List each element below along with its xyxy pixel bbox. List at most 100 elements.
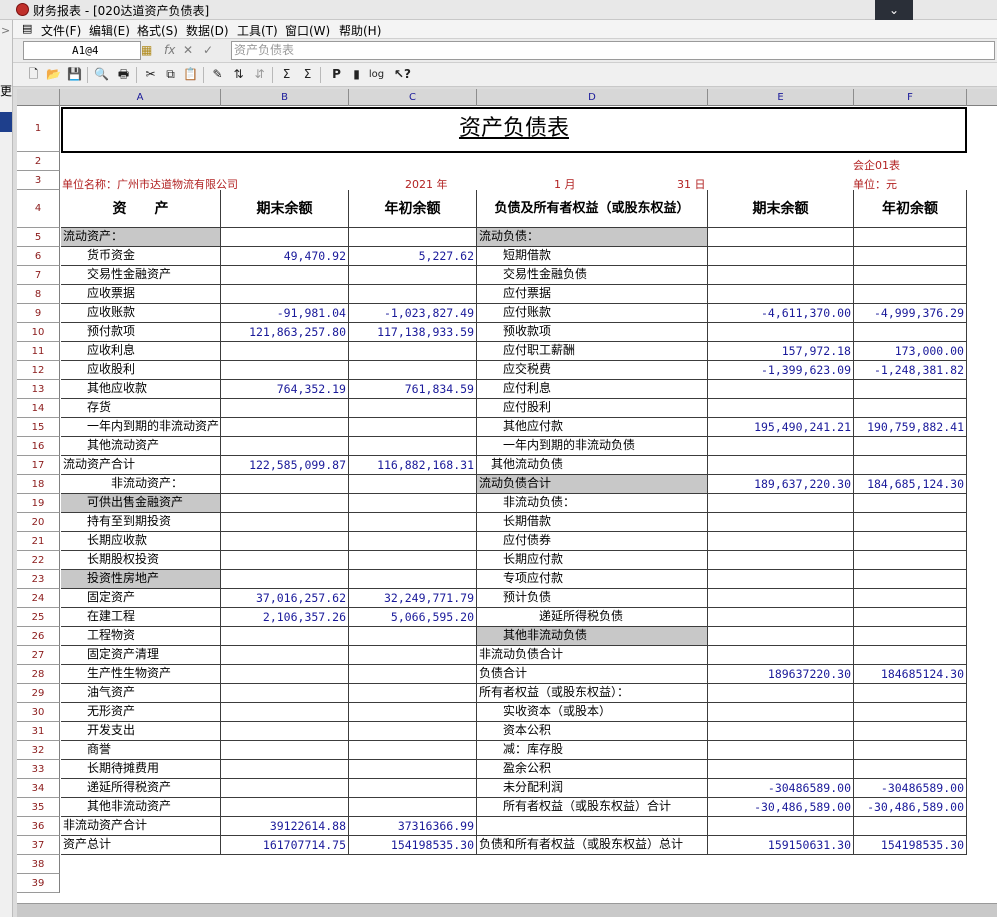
label-cell-a[interactable]: 其他非流动资产 [61,798,221,817]
value-cell-c[interactable] [349,703,477,722]
chevron-down-icon[interactable]: ⌄ [875,0,913,20]
menu-help[interactable]: 帮助(H) [339,22,381,39]
value-cell-b[interactable]: 37,016,257.62 [221,589,349,608]
label-cell-d[interactable]: 长期应付款 [477,551,708,570]
row-header[interactable]: 35 [17,798,60,817]
value-cell-e[interactable] [708,608,854,627]
row-header[interactable]: 17 [17,456,60,475]
value-cell-e[interactable] [708,703,854,722]
value-cell-c[interactable] [349,551,477,570]
row-header[interactable]: 12 [17,361,60,380]
value-cell-c[interactable] [349,494,477,513]
value-cell-c[interactable] [349,228,477,247]
col-header-e[interactable]: E [708,89,854,106]
value-cell-c[interactable]: 32,249,771.79 [349,589,477,608]
row-header[interactable]: 10 [17,323,60,342]
row-header[interactable]: 31 [17,722,60,741]
value-cell-f[interactable] [854,513,967,532]
value-cell-e[interactable] [708,551,854,570]
label-cell-d[interactable]: 所有者权益（或股东权益）合计 [477,798,708,817]
col-header-d[interactable]: D [477,89,708,106]
label-cell-d[interactable]: 专项应付款 [477,570,708,589]
value-cell-c[interactable]: 117,138,933.59 [349,323,477,342]
row-header[interactable]: 36 [17,817,60,836]
row-header[interactable]: 32 [17,741,60,760]
label-cell-a[interactable]: 预付款项 [61,323,221,342]
label-cell-a[interactable]: 工程物资 [61,627,221,646]
value-cell-e[interactable] [708,741,854,760]
value-cell-c[interactable] [349,399,477,418]
label-cell-d[interactable]: 短期借款 [477,247,708,266]
paste-icon[interactable]: 📋 [181,65,200,84]
label-cell-a[interactable]: 存货 [61,399,221,418]
row-header[interactable]: 39 [17,874,60,893]
value-cell-e[interactable]: -1,399,623.09 [708,361,854,380]
value-cell-c[interactable] [349,646,477,665]
value-cell-c[interactable]: 5,227.62 [349,247,477,266]
row-header[interactable]: 24 [17,589,60,608]
label-cell-a[interactable]: 固定资产 [61,589,221,608]
value-cell-f[interactable] [854,760,967,779]
p-icon[interactable]: P [327,65,346,84]
row-header[interactable]: 23 [17,570,60,589]
value-cell-e[interactable] [708,228,854,247]
label-cell-a[interactable]: 递延所得税资产 [61,779,221,798]
value-cell-e[interactable]: -30,486,589.00 [708,798,854,817]
column-title[interactable]: 年初余额 [854,190,967,228]
value-cell-b[interactable] [221,285,349,304]
value-cell-f[interactable] [854,228,967,247]
value-cell-f[interactable] [854,247,967,266]
value-cell-f[interactable] [854,741,967,760]
value-cell-e[interactable] [708,323,854,342]
label-cell-d[interactable]: 负债和所有者权益（或股东权益）总计 [477,836,708,855]
value-cell-e[interactable] [708,532,854,551]
value-cell-e[interactable] [708,494,854,513]
menu-edit[interactable]: 编辑(E) [89,22,130,39]
value-cell-f[interactable] [854,285,967,304]
col-header-c[interactable]: C [349,89,477,106]
label-cell-d[interactable]: 资本公积 [477,722,708,741]
value-cell-c[interactable] [349,779,477,798]
value-cell-b[interactable] [221,342,349,361]
label-cell-d[interactable]: 减：库存股 [477,741,708,760]
label-cell-d[interactable]: 应付票据 [477,285,708,304]
value-cell-e[interactable] [708,513,854,532]
label-cell-d[interactable]: 应付股利 [477,399,708,418]
value-cell-b[interactable] [221,437,349,456]
value-cell-e[interactable] [708,380,854,399]
value-cell-b[interactable] [221,684,349,703]
label-cell-a[interactable]: 其他应收款 [61,380,221,399]
value-cell-f[interactable]: -4,999,376.29 [854,304,967,323]
value-cell-b[interactable] [221,646,349,665]
value-cell-c[interactable] [349,684,477,703]
value-cell-c[interactable] [349,418,477,437]
label-cell-d[interactable] [477,817,708,836]
row-header[interactable]: 38 [17,855,60,874]
col-header-a[interactable]: A [60,89,221,106]
label-cell-a[interactable]: 长期股权投资 [61,551,221,570]
value-cell-b[interactable] [221,361,349,380]
row-header[interactable]: 16 [17,437,60,456]
row-header[interactable]: 1 [17,106,60,152]
value-cell-e[interactable] [708,760,854,779]
value-cell-c[interactable] [349,741,477,760]
value-cell-e[interactable] [708,247,854,266]
label-cell-d[interactable]: 负债合计 [477,665,708,684]
value-cell-e[interactable] [708,456,854,475]
value-cell-f[interactable] [854,817,967,836]
label-cell-d[interactable]: 其他非流动负债 [477,627,708,646]
value-cell-b[interactable] [221,798,349,817]
row-header[interactable]: 18 [17,475,60,494]
label-cell-a[interactable]: 其他流动资产 [61,437,221,456]
format-brush-icon[interactable]: ✎ [208,65,227,84]
value-cell-e[interactable]: 157,972.18 [708,342,854,361]
corner-cell[interactable] [17,89,60,106]
label-cell-a[interactable]: 固定资产清理 [61,646,221,665]
label-cell-a[interactable]: 长期待摊费用 [61,760,221,779]
value-cell-c[interactable] [349,760,477,779]
spreadsheet[interactable]: A B C D E F 1 2 3 4 5 6 7 8 9 10 11 12 13 14 15 16 17 18 1… [17,89,997,903]
row-header[interactable]: 34 [17,779,60,798]
value-cell-b[interactable] [221,532,349,551]
row-header[interactable]: 15 [17,418,60,437]
label-cell-d[interactable]: 未分配利润 [477,779,708,798]
